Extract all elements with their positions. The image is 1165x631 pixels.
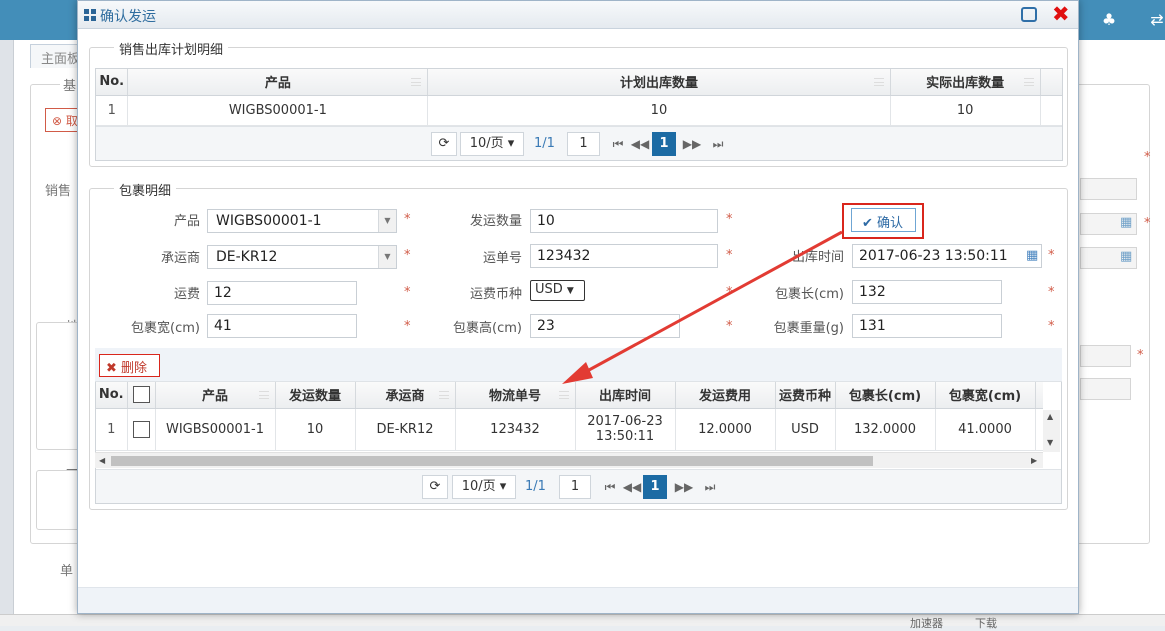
annotation-arrow: [562, 230, 843, 384]
